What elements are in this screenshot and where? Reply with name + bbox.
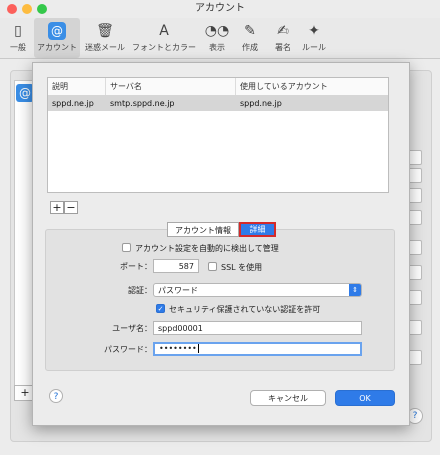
auth-select-value: パスワード xyxy=(158,286,198,295)
at-icon: @ xyxy=(34,20,80,42)
glasses-icon: ◔◔ xyxy=(204,23,230,39)
smtp-server-table: 説明 サーバ名 使用しているアカウント sppd.ne.jp smtp.sppd… xyxy=(47,77,389,193)
password-field[interactable]: •••••••• xyxy=(153,342,362,356)
insecure-auth-checkbox[interactable]: ✓ xyxy=(156,304,165,313)
details-group: アカウント設定を自動的に検出して管理 ポート： 587 SSL を使用 認証： … xyxy=(45,229,395,371)
window-controls xyxy=(7,4,47,14)
switch-icon: ▯ xyxy=(14,23,22,39)
smtp-server-sheet: 説明 サーバ名 使用しているアカウント sppd.ne.jp smtp.sppd… xyxy=(32,62,410,426)
tab-account-info[interactable]: アカウント情報 xyxy=(167,222,239,237)
toolbar-item-junk-mail[interactable]: 🗑 迷惑メール xyxy=(82,18,128,58)
background-field xyxy=(408,210,422,225)
background-select xyxy=(408,320,422,335)
toolbar-label: 表示 xyxy=(209,43,225,52)
background-field xyxy=(408,150,422,165)
signature-icon: ✍ xyxy=(277,23,289,39)
toolbar-label: 署名 xyxy=(275,43,291,52)
toolbar-item-composing[interactable]: ✎ 作成 xyxy=(235,18,265,58)
port-label: ポート： xyxy=(120,262,152,271)
background-field xyxy=(408,350,422,365)
cell-server-name: smtp.sppd.ne.jp xyxy=(110,99,175,108)
toolbar-item-signatures[interactable]: ✍ 署名 xyxy=(268,18,298,58)
background-select xyxy=(408,168,422,183)
table-header: 説明 サーバ名 使用しているアカウント xyxy=(48,78,388,96)
window-title: アカウント xyxy=(195,3,245,14)
toolbar-item-general[interactable]: ▯ 一般 xyxy=(2,18,34,58)
auto-detect-checkbox[interactable] xyxy=(122,243,131,252)
rules-icon: ✦ xyxy=(308,23,320,39)
ssl-label: SSL を使用 xyxy=(221,263,263,272)
insecure-auth-label: セキュリティ保護されていない認証を許可 xyxy=(169,305,321,314)
ssl-checkbox[interactable] xyxy=(208,262,217,271)
toolbar-label: ルール xyxy=(302,43,326,52)
background-field xyxy=(408,290,422,305)
username-field[interactable]: sppd00001 xyxy=(153,321,362,335)
toolbar-label: 迷惑メール xyxy=(85,43,125,52)
cell-in-use-by: sppd.ne.jp xyxy=(240,99,282,108)
toolbar-item-accounts[interactable]: @ アカウント xyxy=(34,18,80,58)
column-header-server-name[interactable]: サーバ名 xyxy=(106,78,236,95)
username-label: ユーザ名： xyxy=(112,324,152,333)
table-row[interactable]: sppd.ne.jp smtp.sppd.ne.jp sppd.ne.jp xyxy=(48,96,388,111)
column-header-in-use-by[interactable]: 使用しているアカウント xyxy=(236,78,388,95)
toolbar-item-viewing[interactable]: ◔◔ 表示 xyxy=(202,18,232,58)
zoom-window-icon[interactable] xyxy=(37,4,47,14)
add-server-button[interactable]: + xyxy=(50,201,64,214)
toolbar-label: 作成 xyxy=(242,43,258,52)
preferences-toolbar: ▯ 一般 @ アカウント 🗑 迷惑メール A フォントとカラー ◔◔ 表示 ✎ … xyxy=(0,18,440,59)
background-field xyxy=(408,265,422,280)
toolbar-label: 一般 xyxy=(10,43,26,52)
auth-select[interactable]: パスワード ⇕ xyxy=(153,283,362,297)
text-cursor xyxy=(197,344,199,353)
toolbar-label: フォントとカラー xyxy=(132,43,196,52)
toolbar-item-fonts-colors[interactable]: A フォントとカラー xyxy=(128,18,200,58)
toolbar-label: アカウント xyxy=(37,43,77,52)
cell-description: sppd.ne.jp xyxy=(52,99,94,108)
close-window-icon[interactable] xyxy=(7,4,17,14)
toolbar-item-rules[interactable]: ✦ ルール xyxy=(298,18,330,58)
trash-icon: 🗑 xyxy=(96,23,114,39)
ok-button[interactable]: OK xyxy=(335,390,395,406)
title-bar: アカウント xyxy=(0,0,440,18)
password-value: •••••••• xyxy=(159,344,197,353)
font-icon: A xyxy=(159,23,169,39)
background-field xyxy=(408,188,422,203)
password-label: パスワード： xyxy=(104,345,152,354)
compose-icon: ✎ xyxy=(244,23,256,39)
help-button[interactable]: ? xyxy=(49,389,63,403)
cancel-button[interactable]: キャンセル xyxy=(250,390,326,406)
port-field[interactable]: 587 xyxy=(153,259,199,273)
auth-label: 認証： xyxy=(128,286,152,295)
tab-advanced[interactable]: 詳細 xyxy=(239,222,276,237)
column-header-description[interactable]: 説明 xyxy=(48,78,106,95)
background-field xyxy=(408,240,422,255)
chevron-updown-icon: ⇕ xyxy=(349,284,361,296)
minimize-window-icon[interactable] xyxy=(22,4,32,14)
remove-server-button[interactable]: − xyxy=(64,201,78,214)
auto-detect-label: アカウント設定を自動的に検出して管理 xyxy=(135,244,279,253)
